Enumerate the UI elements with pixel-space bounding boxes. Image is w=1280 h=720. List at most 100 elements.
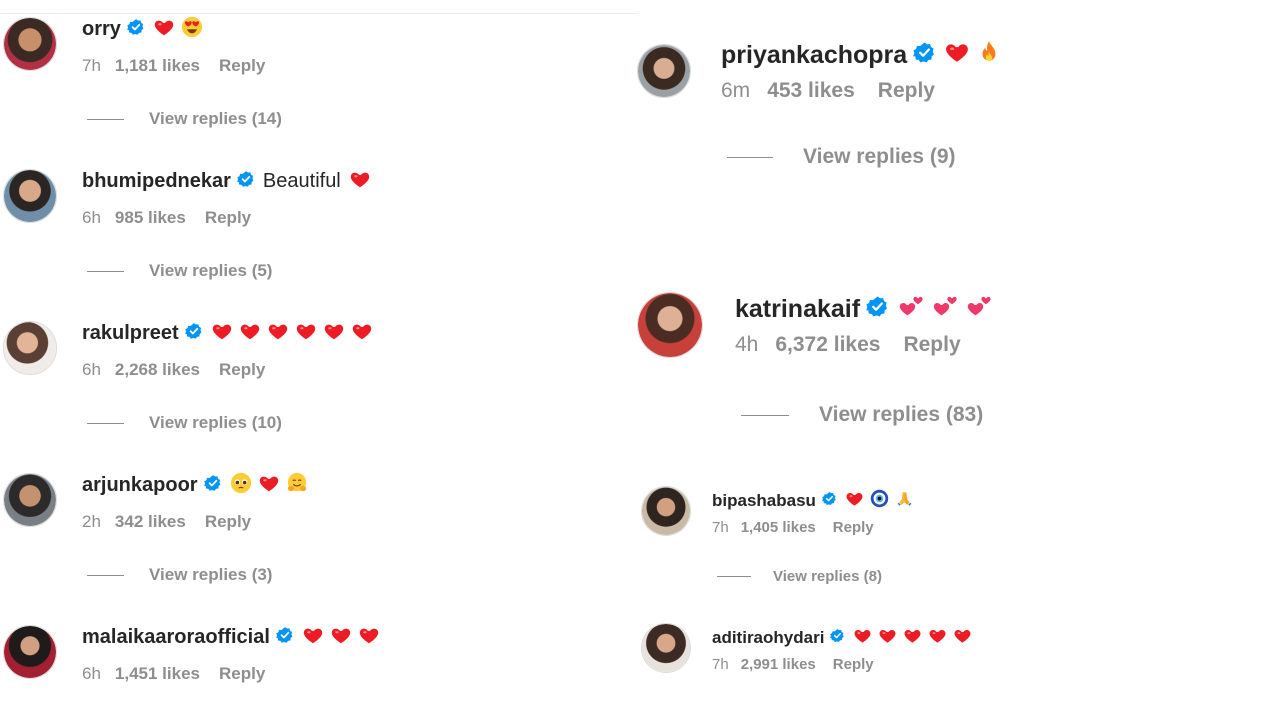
reply-button[interactable]: Reply bbox=[205, 208, 251, 228]
comment-emojis bbox=[944, 39, 1008, 72]
view-replies-label: View replies (3) bbox=[149, 565, 273, 584]
reply-button[interactable]: Reply bbox=[219, 56, 265, 76]
avatar[interactable] bbox=[641, 623, 691, 673]
comment-emojis bbox=[845, 489, 920, 513]
likes-count[interactable]: 342 likes bbox=[115, 512, 186, 532]
avatar[interactable] bbox=[3, 625, 57, 679]
avatar-image bbox=[642, 624, 690, 672]
heart-icon bbox=[358, 624, 380, 652]
comment-time: 4h bbox=[735, 333, 759, 356]
heart-icon bbox=[153, 16, 175, 44]
likes-count[interactable]: 453 likes bbox=[767, 79, 855, 103]
avatar[interactable] bbox=[637, 292, 703, 358]
replies-line bbox=[741, 414, 789, 416]
username-link[interactable]: aditiraohydari bbox=[712, 628, 824, 648]
heart-icon bbox=[330, 624, 352, 652]
heart-icon bbox=[295, 320, 317, 348]
comment-header: priyankachopra bbox=[721, 40, 1008, 71]
view-replies-button[interactable]: View replies (3) bbox=[87, 565, 272, 585]
reply-button[interactable]: Reply bbox=[833, 656, 874, 673]
comment-text: Beautiful bbox=[262, 170, 341, 192]
comment-meta: 7h 1,181 likes Reply bbox=[82, 56, 265, 76]
replies-line bbox=[717, 576, 751, 577]
heart-icon bbox=[211, 320, 233, 348]
avatar[interactable] bbox=[637, 44, 691, 98]
view-replies-button[interactable]: View replies (8) bbox=[717, 568, 882, 585]
likes-count[interactable]: 985 likes bbox=[115, 208, 186, 228]
comment-time: 6h bbox=[82, 360, 101, 379]
right-comments-panel: priyankachopra 6m 453 likes Reply View repli… bbox=[637, 0, 1280, 720]
heart-icon bbox=[928, 626, 947, 650]
likes-count[interactable]: 2,268 likes bbox=[115, 360, 200, 380]
two-hearts-icon bbox=[897, 292, 925, 327]
view-replies-label: View replies (5) bbox=[149, 261, 273, 280]
comment-header: malaikaaroraofficial bbox=[82, 625, 386, 650]
comment-time: 6h bbox=[82, 664, 101, 683]
replies-line bbox=[87, 118, 124, 120]
comment-meta: 6m 453 likes Reply bbox=[721, 79, 935, 103]
verified-badge-icon bbox=[275, 626, 294, 650]
avatar[interactable] bbox=[3, 473, 57, 527]
verified-badge-icon bbox=[184, 322, 203, 346]
verified-badge-icon bbox=[236, 170, 255, 194]
comment-time: 6h bbox=[82, 208, 101, 227]
heart-icon bbox=[878, 626, 897, 650]
view-replies-label: View replies (8) bbox=[773, 568, 882, 585]
comment-time: 7h bbox=[82, 56, 101, 75]
comment-header: orry bbox=[82, 16, 209, 44]
username-link[interactable]: katrinakaif bbox=[735, 295, 860, 324]
verified-badge-icon bbox=[830, 628, 845, 648]
avatar-image bbox=[4, 18, 56, 70]
avatar[interactable] bbox=[3, 321, 57, 375]
likes-count[interactable]: 2,991 likes bbox=[741, 656, 816, 673]
avatar[interactable] bbox=[641, 486, 691, 536]
comment-header: bipashabasu bbox=[712, 489, 920, 513]
comment-emojis bbox=[302, 624, 386, 652]
fire-icon bbox=[976, 39, 1002, 72]
view-replies-button[interactable]: View replies (10) bbox=[87, 413, 282, 433]
avatar-image bbox=[638, 45, 690, 97]
comment-meta: 4h 6,372 likes Reply bbox=[735, 333, 961, 357]
divider bbox=[0, 13, 637, 14]
reply-button[interactable]: Reply bbox=[878, 79, 935, 103]
reply-button[interactable]: Reply bbox=[219, 360, 265, 380]
reply-button[interactable]: Reply bbox=[903, 333, 960, 357]
avatar-image bbox=[638, 293, 702, 357]
username-link[interactable]: orry bbox=[82, 18, 121, 41]
comment-time: 2h bbox=[82, 512, 101, 531]
avatar[interactable] bbox=[3, 169, 57, 223]
comment-header: arjunkapoor bbox=[82, 472, 314, 500]
comment-emojis bbox=[349, 168, 377, 196]
username-link[interactable]: rakulpreet bbox=[82, 322, 179, 345]
comment-emojis bbox=[230, 472, 314, 500]
comment-header: bhumipednekar Beautiful bbox=[82, 169, 377, 194]
username-link[interactable]: bipashabasu bbox=[712, 491, 816, 511]
view-replies-button[interactable]: View replies (83) bbox=[741, 403, 983, 427]
view-replies-button[interactable]: View replies (5) bbox=[87, 261, 272, 281]
username-link[interactable]: malaikaaroraofficial bbox=[82, 626, 270, 649]
heart-icon bbox=[853, 626, 872, 650]
comment-meta: 6h 2,268 likes Reply bbox=[82, 360, 265, 380]
avatar[interactable] bbox=[3, 17, 57, 71]
verified-badge-icon bbox=[126, 18, 145, 42]
likes-count[interactable]: 1,181 likes bbox=[115, 56, 200, 76]
likes-count[interactable]: 1,451 likes bbox=[115, 664, 200, 684]
comment-meta: 7h 1,405 likes Reply bbox=[712, 519, 874, 536]
comment-meta: 2h 342 likes Reply bbox=[82, 512, 251, 532]
reply-button[interactable]: Reply bbox=[833, 519, 874, 536]
likes-count[interactable]: 6,372 likes bbox=[775, 333, 880, 357]
reply-button[interactable]: Reply bbox=[219, 664, 265, 684]
username-link[interactable]: priyankachopra bbox=[721, 41, 907, 70]
reply-button[interactable]: Reply bbox=[205, 512, 251, 532]
replies-line bbox=[87, 270, 124, 272]
pleading-face-icon bbox=[230, 472, 252, 500]
two-hearts-icon bbox=[965, 292, 993, 327]
avatar-image bbox=[4, 322, 56, 374]
heart-icon bbox=[903, 626, 922, 650]
left-comments-panel: orry 7h 1,181 likes Reply View replies (14) b… bbox=[0, 0, 637, 720]
username-link[interactable]: arjunkapoor bbox=[82, 474, 198, 497]
username-link[interactable]: bhumipednekar bbox=[82, 170, 231, 193]
likes-count[interactable]: 1,405 likes bbox=[741, 519, 816, 536]
view-replies-button[interactable]: View replies (14) bbox=[87, 109, 282, 129]
view-replies-button[interactable]: View replies (9) bbox=[727, 145, 956, 169]
